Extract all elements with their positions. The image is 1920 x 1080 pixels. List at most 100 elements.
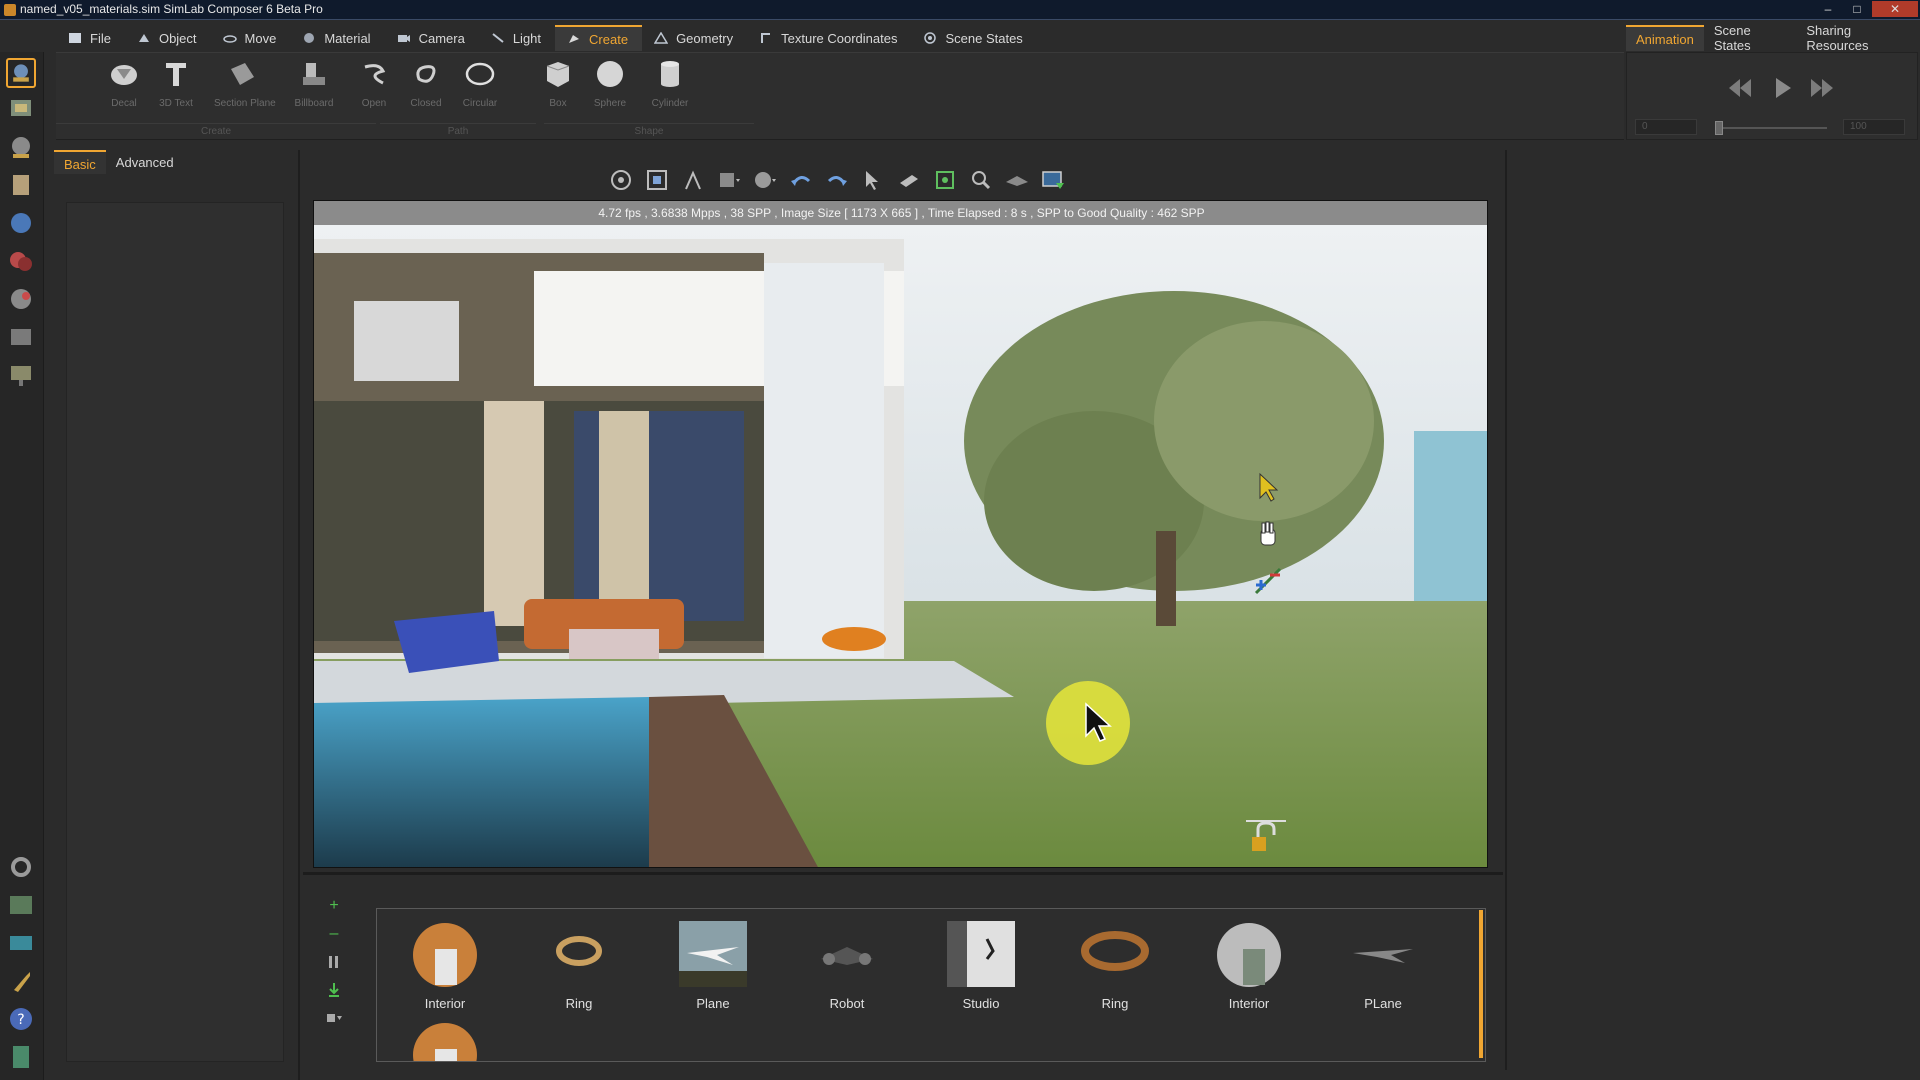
tab-label: Camera xyxy=(418,30,465,46)
timeline-slider-knob[interactable] xyxy=(1715,121,1723,135)
zoom-icon[interactable] xyxy=(968,167,994,193)
play-icon[interactable] xyxy=(1767,73,1797,103)
library-scrollbar[interactable] xyxy=(1479,910,1483,1058)
view-options-icon[interactable] xyxy=(324,1008,344,1028)
open-curve-button[interactable]: Open xyxy=(346,59,402,119)
tab-camera[interactable]: Camera xyxy=(385,25,479,51)
render-status-bar: 4.72 fps , 3.6838 Mpps , 38 SPP , Image … xyxy=(314,201,1487,225)
render-icon[interactable] xyxy=(6,928,36,958)
transform-icon[interactable] xyxy=(896,167,922,193)
library-icon[interactable] xyxy=(6,94,36,124)
settings-icon[interactable] xyxy=(6,852,36,882)
ground-plane-icon[interactable] xyxy=(1004,167,1030,193)
tab-texture-coordinates[interactable]: Texture Coordinates xyxy=(747,25,911,51)
billboard-button[interactable]: Billboard xyxy=(286,59,342,119)
tab-object[interactable]: Object xyxy=(125,25,211,51)
materials-icon[interactable] xyxy=(6,246,36,276)
select-icon[interactable] xyxy=(860,167,886,193)
library-item[interactable]: Studio xyxy=(921,913,1041,1011)
orbit-icon[interactable] xyxy=(608,167,634,193)
undo-icon[interactable] xyxy=(788,167,814,193)
scripts-icon[interactable] xyxy=(6,322,36,352)
library-item[interactable]: Interior xyxy=(1189,913,1309,1011)
library-item[interactable]: Robot xyxy=(787,913,907,1011)
fit-view-icon[interactable] xyxy=(644,167,670,193)
viewport-splitter[interactable] xyxy=(303,872,1503,875)
library-item[interactable]: Interior xyxy=(385,913,505,1011)
minimize-button[interactable]: – xyxy=(1814,1,1842,17)
render-image[interactable] xyxy=(314,201,1488,868)
grid-view-icon[interactable] xyxy=(324,952,344,972)
panel-splitter[interactable] xyxy=(298,150,300,1080)
library-item[interactable] xyxy=(385,1013,505,1061)
interior-thumb xyxy=(1217,923,1281,987)
open-curve-label: Open xyxy=(361,98,387,109)
camera-icon xyxy=(397,35,410,42)
tab-animation[interactable]: Animation xyxy=(1626,25,1704,51)
book-icon[interactable] xyxy=(6,1042,36,1072)
library-item[interactable]: Plane xyxy=(653,913,773,1011)
tab-scene-states[interactable]: Scene States xyxy=(911,25,1036,51)
shading-icon[interactable] xyxy=(752,167,778,193)
closed-curve-button[interactable]: Closed xyxy=(398,59,454,119)
circular-curve-label: Circular xyxy=(462,98,498,109)
tab-move[interactable]: Move xyxy=(211,25,291,51)
tools-icon[interactable] xyxy=(6,966,36,996)
redo-icon[interactable] xyxy=(824,167,850,193)
add-icon[interactable]: + xyxy=(324,896,344,916)
gallery-icon[interactable] xyxy=(6,890,36,920)
help-icon[interactable]: ? xyxy=(6,1004,36,1034)
decal-button[interactable]: Decal xyxy=(96,59,152,119)
close-button[interactable]: ✕ xyxy=(1872,1,1918,17)
render-output-icon[interactable] xyxy=(1040,167,1066,193)
documents-icon[interactable] xyxy=(6,170,36,200)
tab-file[interactable]: File xyxy=(56,25,125,51)
render-viewport[interactable]: 4.72 fps , 3.6838 Mpps , 38 SPP , Image … xyxy=(313,200,1488,868)
display-mode-icon[interactable] xyxy=(716,167,742,193)
section-plane-icon xyxy=(231,63,254,85)
paint-icon[interactable] xyxy=(6,284,36,314)
properties-panel: Basic Advanced xyxy=(54,150,298,1080)
plane-thumb xyxy=(679,921,747,987)
section-plane-button[interactable]: Section Plane xyxy=(214,59,276,119)
library-item[interactable]: Ring xyxy=(1055,913,1175,1011)
plane-thumb xyxy=(1353,949,1413,963)
library-item[interactable]: Ring xyxy=(519,913,639,1011)
tab-geometry[interactable]: Geometry xyxy=(642,25,747,51)
camera-view-icon[interactable] xyxy=(6,132,36,162)
fast-forward-icon[interactable] xyxy=(1807,73,1837,103)
select-mode-icon[interactable] xyxy=(1252,471,1284,503)
environment-icon[interactable] xyxy=(6,208,36,238)
tab-basic[interactable]: Basic xyxy=(54,150,106,174)
tab-material[interactable]: Material xyxy=(290,25,384,51)
zoom-plus-minus-icon[interactable] xyxy=(1252,565,1284,597)
presentation-icon[interactable] xyxy=(6,360,36,390)
right-splitter[interactable] xyxy=(1505,150,1507,1070)
scene-browser-icon[interactable] xyxy=(6,58,36,88)
cylinder-button[interactable]: Cylinder xyxy=(642,59,698,119)
tab-light[interactable]: Light xyxy=(479,25,555,51)
tab-advanced[interactable]: Advanced xyxy=(106,150,184,174)
pan-hand-icon[interactable] xyxy=(1252,519,1284,551)
box-button[interactable]: Box xyxy=(530,59,586,119)
circular-curve-button[interactable]: Circular xyxy=(452,59,508,119)
maximize-button[interactable]: □ xyxy=(1843,1,1871,17)
tab-sharing-resources[interactable]: Sharing Resources xyxy=(1796,23,1920,53)
lock-view-icon[interactable] xyxy=(1244,815,1288,859)
measure-icon[interactable] xyxy=(680,167,706,193)
tab-scene-states-panel[interactable]: Scene States xyxy=(1704,23,1797,53)
zoom-extents-icon[interactable] xyxy=(932,167,958,193)
material-icon xyxy=(304,33,315,43)
tab-create[interactable]: Create xyxy=(555,25,643,51)
download-icon[interactable] xyxy=(324,980,344,1000)
sphere-label: Sphere xyxy=(593,98,627,109)
closed-curve-icon xyxy=(416,65,436,83)
text-3d-button[interactable]: 3D Text xyxy=(148,59,204,119)
remove-icon[interactable]: – xyxy=(324,924,344,944)
sphere-button[interactable]: Sphere xyxy=(582,59,638,119)
start-frame-field[interactable]: 0 xyxy=(1635,119,1697,135)
rewind-icon[interactable] xyxy=(1725,73,1755,103)
library-item[interactable]: PLane xyxy=(1323,913,1443,1011)
end-frame-field[interactable]: 100 xyxy=(1843,119,1905,135)
timeline-slider[interactable] xyxy=(1717,127,1827,129)
